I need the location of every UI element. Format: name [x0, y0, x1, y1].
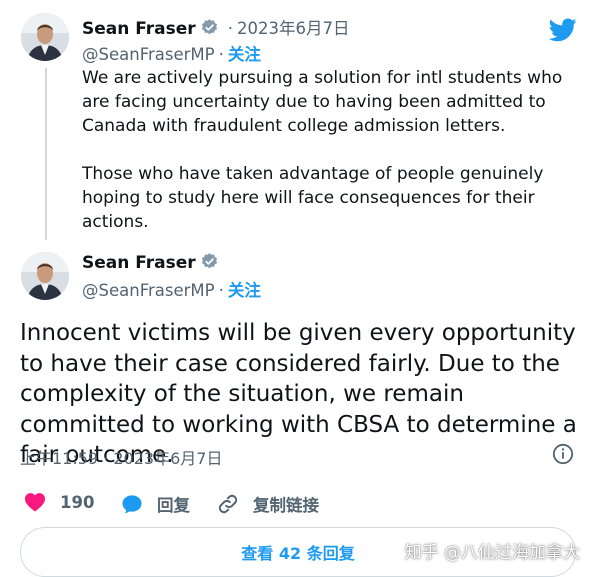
author-handle[interactable]: @SeanFraserMP: [82, 281, 215, 300]
avatar-photo: [21, 13, 69, 61]
heart-icon: [25, 493, 45, 512]
link-icon: [218, 494, 238, 514]
avatar-photo: [21, 252, 69, 300]
separator-dot: ·: [218, 45, 224, 64]
like-count: 190: [60, 492, 95, 512]
reply-label: 回复: [157, 496, 190, 515]
author-avatar[interactable]: [21, 252, 69, 300]
copy-link-button[interactable]: 复制链接: [217, 492, 319, 516]
author-avatar[interactable]: [21, 13, 69, 61]
author-handle[interactable]: @SeanFraserMP: [82, 45, 215, 64]
like-button[interactable]: 190: [24, 492, 94, 512]
verified-badge-icon: [201, 19, 217, 35]
separator-dot: ·: [227, 19, 234, 38]
author-name[interactable]: Sean Fraser: [82, 19, 196, 39]
verified-badge-icon: [201, 253, 217, 269]
tweet-paragraph: We are actively pursuing a solution for …: [82, 68, 563, 136]
thread-line: [45, 68, 47, 240]
tweet-body: We are actively pursuing a solution for …: [82, 66, 587, 258]
tweet-date[interactable]: 2023年6月7日: [237, 19, 350, 38]
follow-button[interactable]: 关注: [228, 45, 261, 64]
separator-dot: ·: [218, 281, 224, 300]
reply-button[interactable]: 回复: [121, 492, 190, 516]
author-name[interactable]: Sean Fraser: [82, 253, 196, 273]
copy-link-label: 复制链接: [253, 496, 319, 515]
watermark: 知乎 @八仙过海加拿大: [404, 543, 580, 563]
twitter-bird-icon[interactable]: [549, 18, 577, 42]
tweet-paragraph: Those who have taken advantage of people…: [82, 164, 544, 232]
info-icon[interactable]: [552, 443, 574, 465]
follow-button[interactable]: 关注: [228, 281, 261, 300]
tweet-timestamp[interactable]: 上午11:59 · 2023年6月7日: [20, 445, 222, 469]
reply-bubble-icon: [122, 495, 142, 514]
